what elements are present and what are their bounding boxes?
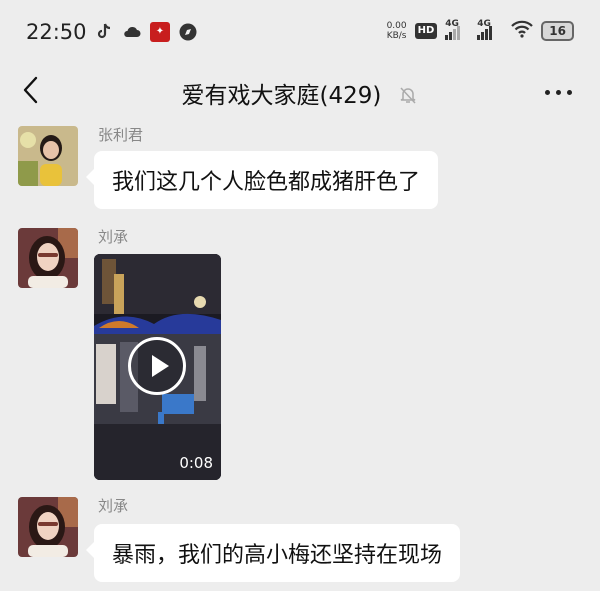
tiktok-icon (94, 22, 114, 42)
mute-bell-icon (398, 85, 418, 105)
sender-name: 张利君 (98, 126, 144, 144)
signal-icon-2: 4G (477, 19, 503, 40)
red-app-icon: ✦ (150, 22, 170, 42)
network-speed: 0.00 KB/s (387, 21, 407, 41)
status-time: 22:50 (26, 20, 87, 44)
avatar[interactable] (18, 228, 78, 288)
speed-unit: KB/s (386, 31, 407, 41)
video-message[interactable]: 0:08 (94, 254, 221, 480)
chat-header: 爱有戏大家庭(429) (0, 66, 600, 116)
system-status: 0.00 KB/s HD 4G 4G 16 (387, 19, 574, 42)
hd-voice-icon: HD (414, 23, 438, 39)
status-bar: 22:50 ✦ 0.00 KB/s HD 4G 4G 16 (0, 0, 600, 66)
chat-message: 张利君 我们这几个人脸色都成猪肝色了 (18, 126, 578, 216)
chat-message: 刘承 暴雨，我们的高小梅还坚持在现场 (18, 497, 578, 591)
sender-name: 刘承 (98, 497, 129, 515)
cloud-icon (122, 22, 142, 42)
group-title: 爱有戏大家庭(429) (181, 83, 382, 109)
sender-name: 刘承 (98, 228, 129, 246)
video-duration: 0:08 (179, 454, 213, 472)
message-bubble[interactable]: 我们这几个人脸色都成猪肝色了 (85, 151, 439, 209)
battery-icon: 16 (541, 21, 574, 41)
message-bubble[interactable]: 暴雨，我们的高小梅还坚持在现场 (85, 524, 461, 582)
signal-icon-1: 4G (445, 19, 469, 40)
notification-icons: ✦ (94, 22, 198, 42)
chat-message: 刘承 0:08 (18, 228, 578, 483)
more-options-button[interactable] (545, 90, 572, 95)
avatar[interactable] (18, 126, 78, 186)
compass-icon (178, 22, 198, 42)
avatar[interactable] (18, 497, 78, 557)
wifi-icon (511, 20, 534, 42)
speed-value: 0.00 (386, 21, 407, 31)
play-icon[interactable] (128, 337, 186, 395)
